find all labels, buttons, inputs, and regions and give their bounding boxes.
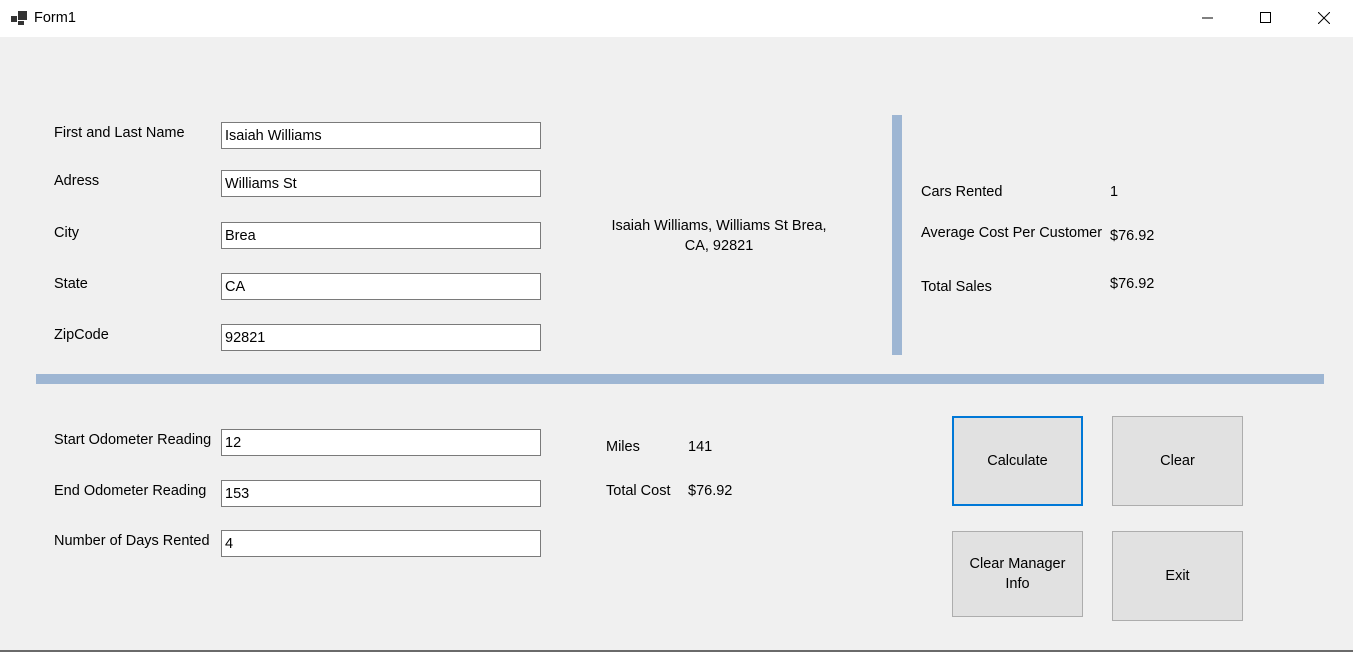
city-input[interactable] <box>221 222 541 249</box>
window-title: Form1 <box>34 10 76 26</box>
start-odometer-input[interactable] <box>221 429 541 456</box>
zip-input[interactable] <box>221 324 541 351</box>
minimize-button[interactable] <box>1180 0 1238 37</box>
clear-manager-info-button[interactable]: Clear Manager Info <box>952 531 1083 617</box>
zip-label: ZipCode <box>54 327 109 343</box>
cars-rented-value: 1 <box>1110 184 1119 200</box>
state-label: State <box>54 276 88 292</box>
miles-label: Miles <box>606 439 640 455</box>
clear-button[interactable]: Clear <box>1112 416 1243 506</box>
days-rented-input[interactable] <box>221 530 541 557</box>
days-rented-label: Number of Days Rented <box>54 533 210 549</box>
miles-value: 141 <box>688 439 713 455</box>
calculate-button[interactable]: Calculate <box>952 416 1083 506</box>
maximize-icon <box>1260 12 1271 23</box>
total-sales-value: $76.92 <box>1110 276 1155 292</box>
winforms-app-icon <box>11 11 27 25</box>
horizontal-separator <box>36 374 1324 384</box>
end-odometer-input[interactable] <box>221 480 541 507</box>
maximize-button[interactable] <box>1238 0 1296 37</box>
close-button[interactable] <box>1296 0 1353 37</box>
exit-button[interactable]: Exit <box>1112 531 1243 621</box>
total-sales-label: Total Sales <box>921 279 992 295</box>
total-cost-value: $76.92 <box>688 483 733 499</box>
name-label: First and Last Name <box>54 125 185 141</box>
vertical-separator <box>892 115 902 355</box>
cars-rented-label: Cars Rented <box>921 184 1003 200</box>
state-input[interactable] <box>221 273 541 300</box>
city-label: City <box>54 225 79 241</box>
minimize-icon <box>1202 17 1213 19</box>
address-label: Adress <box>54 173 100 189</box>
name-input[interactable] <box>221 122 541 149</box>
start-odometer-label: Start Odometer Reading <box>54 432 212 448</box>
avg-cost-label: Average Cost Per Customer <box>921 225 1103 241</box>
end-odometer-label: End Odometer Reading <box>54 483 207 499</box>
total-cost-label: Total Cost <box>606 483 671 499</box>
address-output: Isaiah Williams, Williams St Brea, CA, 9… <box>611 218 827 254</box>
title-bar[interactable]: Form1 <box>0 0 1353 37</box>
close-icon <box>1318 12 1330 24</box>
address-input[interactable] <box>221 170 541 197</box>
avg-cost-value: $76.92 <box>1110 228 1155 244</box>
